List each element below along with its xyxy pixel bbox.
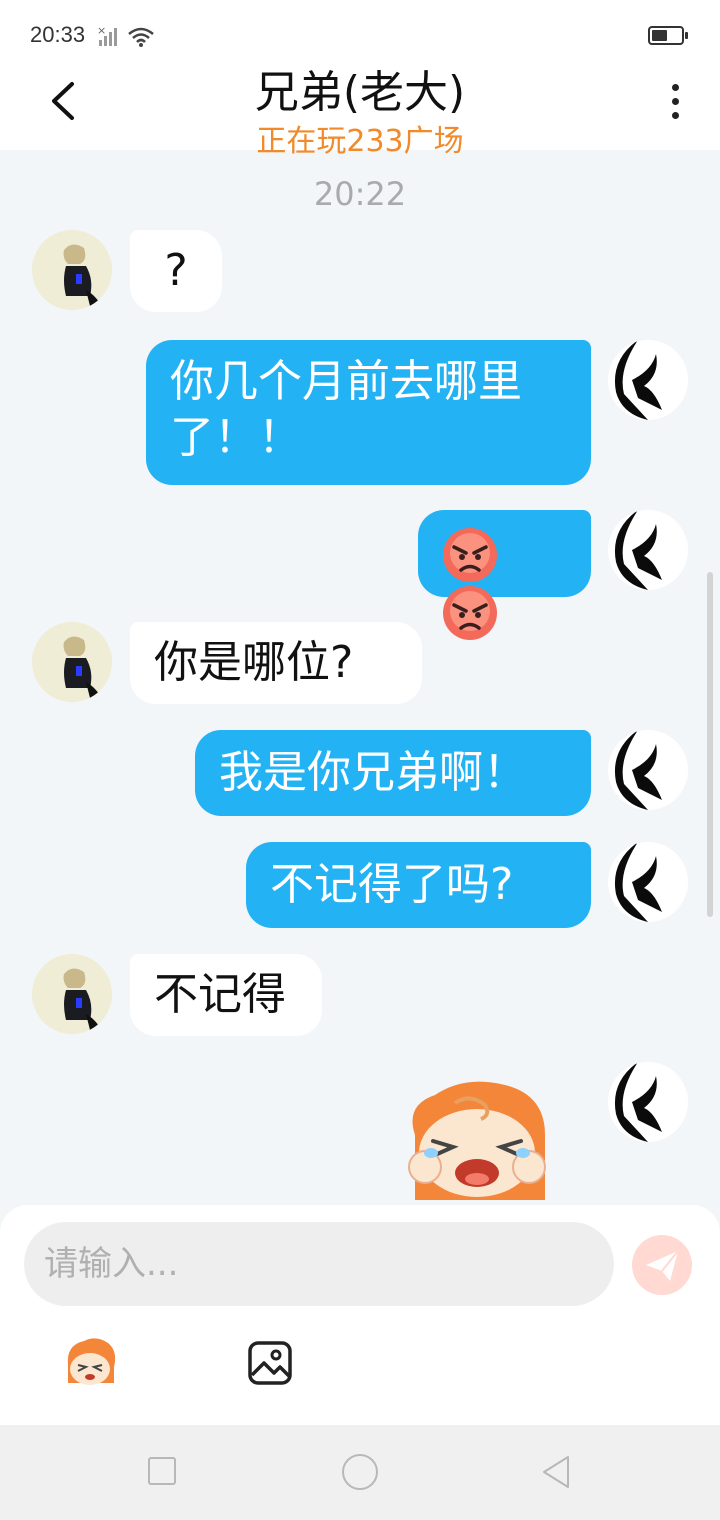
send-icon — [646, 1250, 679, 1281]
composer-panel — [0, 1205, 720, 1425]
recent-apps-button[interactable] — [148, 1457, 176, 1485]
chat-subtitle: 正在玩233广场 — [256, 124, 464, 159]
emoji-message-bubble — [418, 510, 591, 640]
message-bubble: 不记得 — [130, 954, 322, 1036]
system-back-button[interactable] — [540, 1454, 572, 1490]
angry-face-icon — [443, 528, 497, 582]
svg-text:×: × — [97, 24, 106, 37]
crying-mascot-sticker[interactable] — [395, 1075, 560, 1200]
my-avatar[interactable] — [608, 842, 688, 922]
message-bubble: ? — [130, 230, 222, 312]
message-line: 了！！ — [170, 412, 302, 463]
friend-avatar[interactable] — [32, 954, 112, 1034]
battery-icon — [648, 26, 688, 45]
friend-avatar[interactable] — [32, 230, 112, 310]
chat-timestamp: 20:22 — [313, 175, 407, 213]
message-line: 你几个月前去哪里 — [170, 356, 522, 407]
chat-scrollbar[interactable] — [707, 572, 713, 917]
my-avatar[interactable] — [608, 510, 688, 590]
message-bubble: 你是哪位? — [130, 622, 422, 704]
top-bar: 20:33 × 兄弟(老大) 正在玩233广场 — [0, 0, 720, 159]
message-bubble: 不记得了吗? — [246, 842, 591, 928]
home-button[interactable] — [342, 1454, 378, 1490]
my-avatar[interactable] — [608, 1062, 688, 1142]
my-avatar[interactable] — [608, 340, 688, 420]
status-time: 20:33 — [30, 22, 86, 47]
emoji-sticker-button[interactable] — [62, 1335, 118, 1391]
angry-face-icon — [443, 586, 497, 640]
image-picker-button[interactable] — [246, 1339, 294, 1387]
my-avatar[interactable] — [608, 730, 688, 810]
chat-title: 兄弟(老大) — [254, 67, 466, 118]
message-bubble: 你几个月前去哪里 了！！ — [146, 340, 591, 485]
message-bubble: 我是你兄弟啊！ — [195, 730, 591, 816]
signal-wifi-icon: × — [97, 24, 154, 47]
friend-avatar[interactable] — [32, 622, 112, 702]
send-button[interactable] — [632, 1235, 692, 1295]
system-nav-bar — [0, 1425, 720, 1520]
message-input[interactable] — [24, 1222, 614, 1306]
more-options-button[interactable] — [662, 82, 690, 122]
